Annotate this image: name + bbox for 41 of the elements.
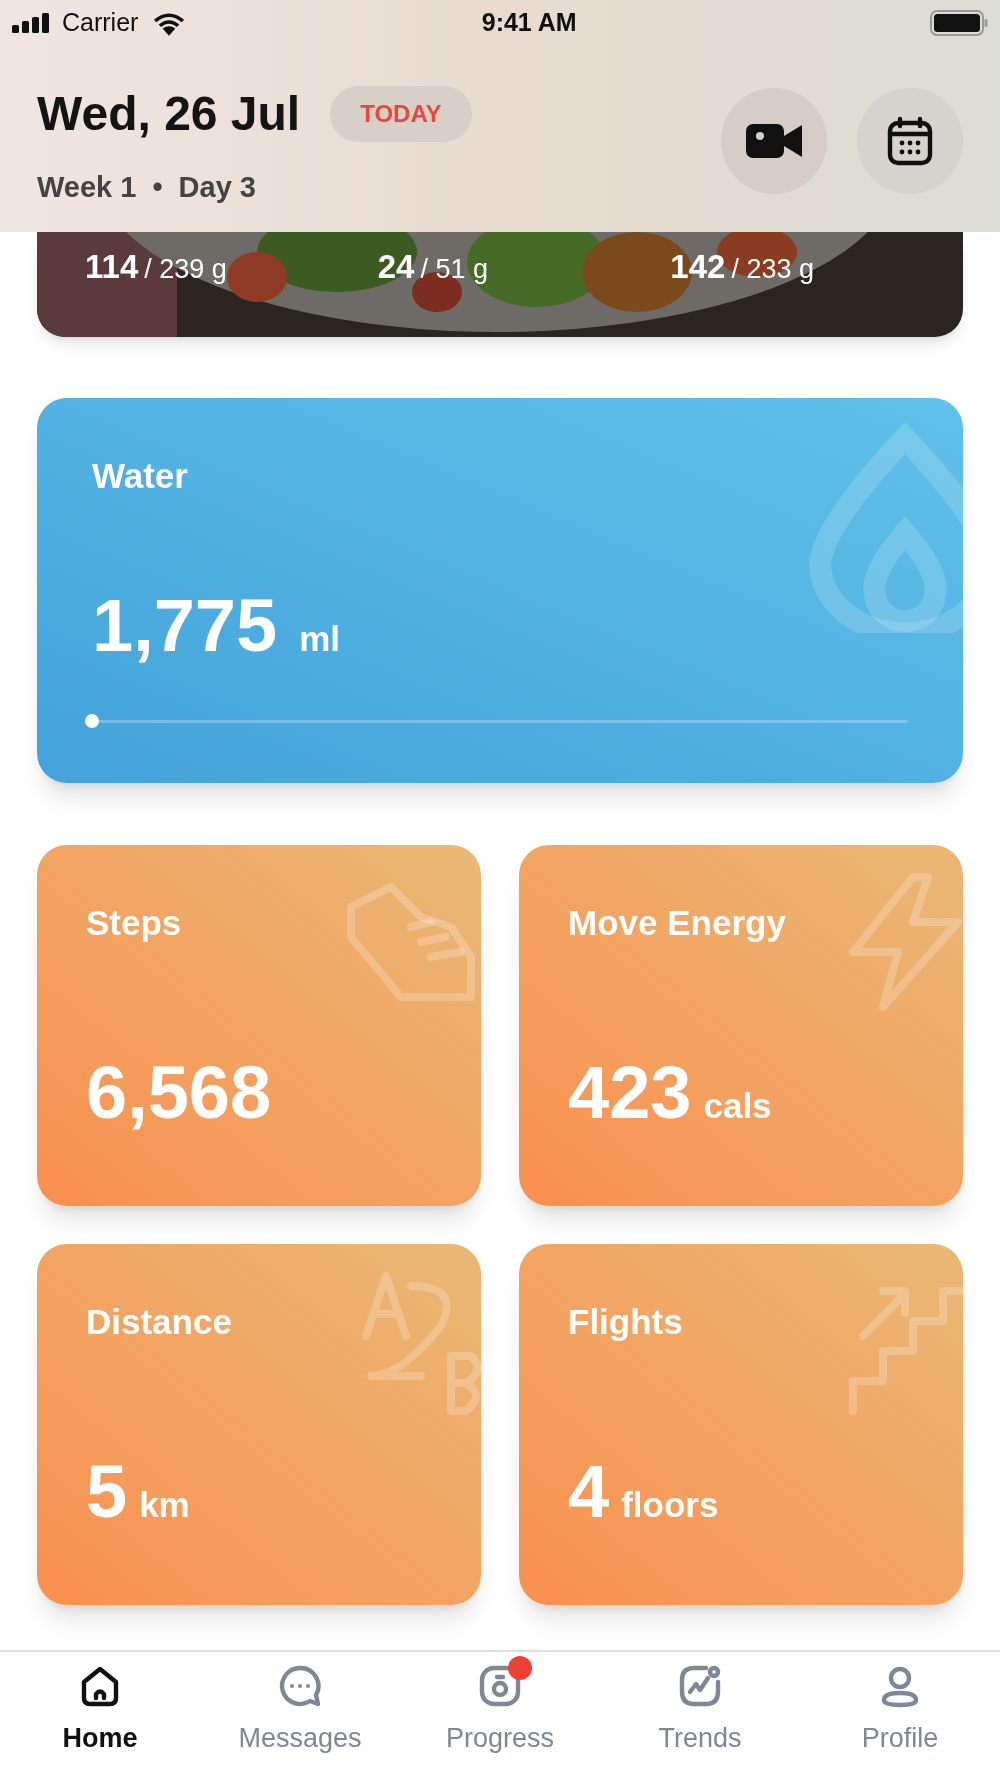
tab-item[interactable]: Profile [800,1652,1000,1778]
clock-time: 9:41 AM [480,7,578,39]
video-camera-icon [746,122,802,160]
separator-dot: • [152,170,163,205]
macro-value: 114 [85,247,139,287]
date-title: Wed, 26 Jul [37,90,301,138]
calendar-icon [886,116,934,166]
water-title: Water [92,455,189,497]
slider-thumb[interactable] [85,714,99,728]
metric-value: 4 [568,1454,610,1529]
water-value: 1,775 [92,588,278,663]
metric-card[interactable]: Move Energy 423 cals [519,845,963,1206]
metric-title: Distance [86,1301,233,1343]
metric-value: 423 [568,1055,692,1130]
metric-card[interactable]: Distance 5 km [37,1244,481,1605]
today-badge: TODAY [330,86,472,142]
metric-card[interactable]: Flights 4 floors [519,1244,963,1605]
macro-target: / 233 g [731,253,814,286]
macro-target: / 51 g [420,253,488,286]
water-unit: ml [299,617,341,660]
metric-title: Move Energy [568,902,787,944]
metric-card[interactable]: Steps 6,568 [37,845,481,1206]
tab-item[interactable]: Progress [400,1652,600,1778]
tab-item[interactable]: Messages [200,1652,400,1778]
water-card[interactable]: Water 1,775 ml [37,398,963,783]
macro-target: / 239 g [144,253,227,286]
metric-unit: floors [621,1483,719,1526]
metric-title: Flights [568,1301,684,1343]
tab-item[interactable]: Home [0,1652,200,1778]
metric-title: Steps [86,902,183,944]
metric-value: 5 [86,1454,128,1529]
macro-value: 24 [377,247,415,287]
macro-value: 142 [670,247,726,287]
battery-icon [930,10,988,36]
metric-value: 6,568 [86,1055,272,1130]
metric-unit: km [139,1483,190,1526]
day-label: Day 3 [178,170,256,205]
tab-item[interactable]: Trends [600,1652,800,1778]
week-label: Week 1 [37,170,137,205]
carrier-label: Carrier [62,7,139,39]
metric-unit: cals [703,1084,772,1127]
